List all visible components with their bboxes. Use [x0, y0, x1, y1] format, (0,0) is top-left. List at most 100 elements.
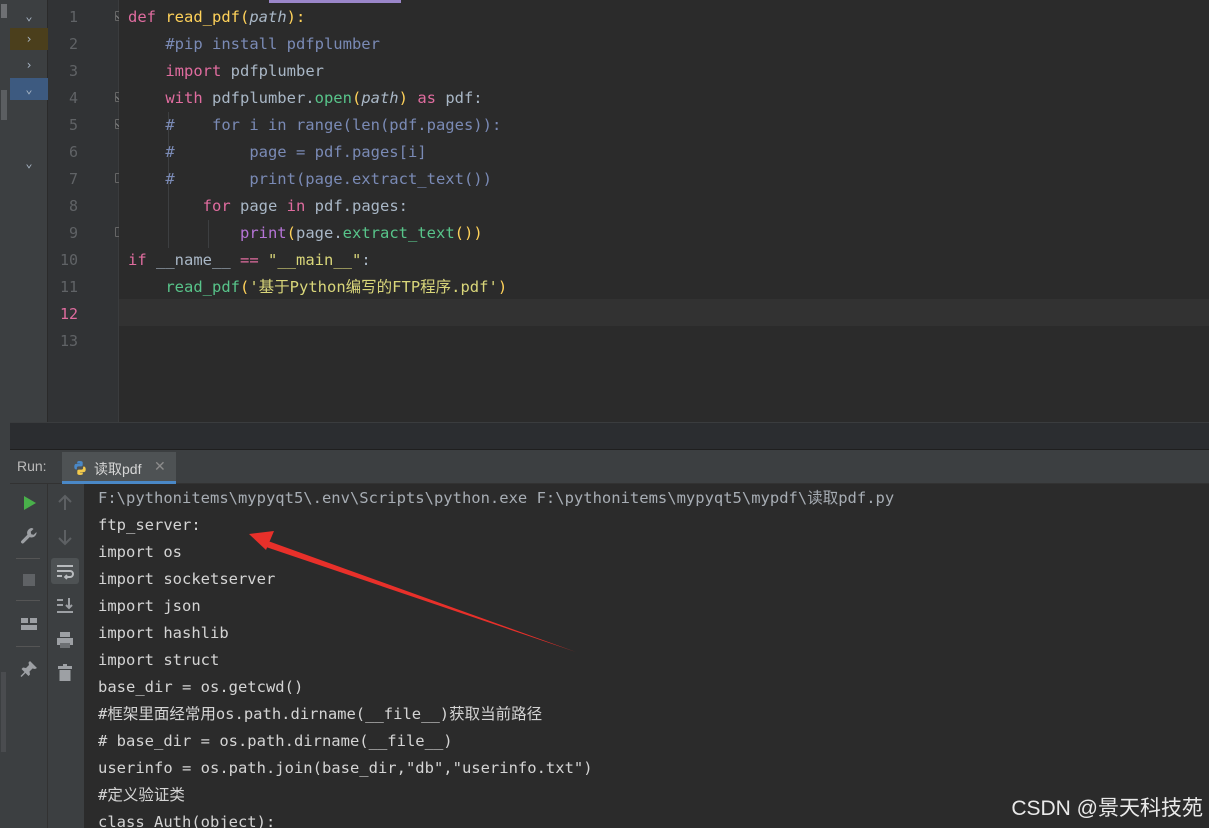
tree-collapse-icon[interactable]: ⌄ [10, 5, 48, 27]
console-line: import hashlib [98, 624, 229, 642]
tree-expand-icon[interactable]: › [10, 28, 48, 50]
paren: ) [398, 89, 408, 107]
parameter: path [361, 89, 399, 107]
layout-icon[interactable] [18, 613, 40, 635]
pin-icon[interactable] [18, 658, 40, 680]
line-number: 2 [68, 35, 78, 53]
line-number: 8 [68, 197, 78, 215]
code-text: pdf.pages: [305, 197, 408, 215]
paren: ()) [454, 224, 483, 242]
comment: # page = pdf.pages[i] [165, 143, 427, 161]
string-literal: "__main__" [258, 251, 362, 269]
keyword: as [407, 89, 436, 107]
run-tab[interactable]: 读取pdf ✕ [62, 452, 176, 484]
panel-splitter[interactable] [10, 422, 1209, 450]
tool-window-button[interactable] [1, 90, 7, 120]
keyword: with [165, 89, 203, 107]
function-name: read_pdf [165, 8, 240, 26]
line-number: 5 [68, 116, 78, 134]
stop-icon[interactable] [18, 569, 40, 591]
active-tab-indicator [269, 0, 401, 3]
line-number: 4 [68, 89, 78, 107]
keyword: if [128, 251, 147, 269]
down-arrow-icon[interactable] [54, 526, 76, 548]
code-text: pdfplumber. [202, 89, 315, 107]
console-line: F:\pythonitems\mypyqt5\.env\Scripts\pyth… [98, 489, 895, 507]
paren: ( [239, 278, 250, 296]
parameter: path [249, 8, 287, 26]
code-text: pdf: [435, 89, 483, 107]
line-number: 9 [68, 224, 78, 242]
console-line: import socketserver [98, 570, 276, 588]
left-tool-strip [0, 0, 10, 828]
watermark: CSDN @景天科技苑 [1011, 797, 1203, 820]
keyword: def [128, 8, 156, 26]
trash-icon[interactable] [54, 662, 76, 684]
console-line: userinfo = os.path.join(base_dir,"db","u… [98, 759, 593, 777]
comment: #pip install pdfplumber [165, 35, 380, 53]
tree-expand-icon[interactable]: › [10, 54, 48, 76]
code-editor[interactable]: def read_pdf(path): #pip install pdfplum… [119, 0, 1209, 422]
paren: ( [351, 89, 362, 107]
run-label: Run: [17, 458, 47, 474]
tree-collapse-icon[interactable]: ⌄ [10, 78, 48, 100]
print-icon[interactable] [54, 629, 76, 651]
toolbar-separator [16, 558, 40, 559]
code-line-2: #pip install pdfplumber [128, 31, 380, 58]
console-line: ftp_server: [98, 516, 201, 534]
current-line-highlight [119, 299, 1209, 326]
keyword: in [286, 197, 306, 215]
scroll-to-end-icon[interactable] [54, 594, 76, 616]
tool-window-button[interactable] [1, 672, 6, 752]
keyword: for [202, 197, 231, 215]
code-text: page [230, 197, 287, 215]
code-line-5: # for i in range(len(pdf.pages)): [128, 112, 501, 139]
run-panel-header: Run: 读取pdf ✕ [10, 450, 1209, 484]
method-name: extract_text [342, 224, 455, 242]
code-text: pdfplumber [221, 62, 324, 80]
paren: ) [497, 278, 508, 296]
comment: # print(page.extract_text()) [165, 170, 492, 188]
code-text: : [361, 251, 371, 269]
operator: == [240, 251, 259, 269]
console-line: class Auth(object): [98, 813, 276, 828]
console-output[interactable]: F:\pythonitems\mypyqt5\.env\Scripts\pyth… [84, 484, 1209, 828]
wrench-icon[interactable] [18, 525, 40, 547]
line-number: 10 [59, 251, 78, 269]
function-call: read_pdf [165, 278, 240, 296]
string-literal: '基于Python编写的FTP程序.pdf' [249, 278, 498, 296]
code-line-1: def read_pdf(path): [128, 4, 305, 31]
line-number: 1 [68, 8, 78, 26]
editor-gutter: 1 2 3 4 5 6 7 8 9 10 11 12 13 [48, 0, 142, 422]
paren: ( [240, 8, 250, 26]
console-line: # base_dir = os.path.dirname(__file__) [98, 732, 453, 750]
code-line-9: print(page.extract_text()) [128, 220, 483, 247]
run-toolbar-secondary [48, 484, 84, 828]
console-line: import struct [98, 651, 220, 669]
run-tab-title: 读取pdf [94, 461, 142, 477]
console-line: #框架里面经常用os.path.dirname(__file__)获取当前路径 [98, 705, 543, 723]
code-line-8: for page in pdf.pages: [128, 193, 408, 220]
soft-wrap-icon[interactable] [54, 560, 76, 582]
code-line-10: if __name__ == "__main__": [128, 247, 371, 274]
paren: ): [286, 8, 306, 26]
tool-window-button[interactable] [1, 4, 7, 18]
close-icon[interactable]: ✕ [154, 458, 166, 475]
run-icon[interactable] [18, 492, 40, 514]
method-name: open [314, 89, 352, 107]
code-line-7: # print(page.extract_text()) [128, 166, 492, 193]
line-number: 11 [59, 278, 78, 296]
keyword: import [165, 62, 222, 80]
code-line-3: import pdfplumber [128, 58, 324, 85]
builtin: print [239, 224, 287, 242]
line-number: 6 [68, 143, 78, 161]
comment: # for i in range(len(pdf.pages)): [165, 116, 502, 134]
console-line: #定义验证类 [98, 786, 185, 804]
toolbar-separator [16, 600, 40, 601]
toolbar-separator [16, 646, 40, 647]
code-text: __name__ [146, 251, 240, 269]
code-line-11: read_pdf('基于Python编写的FTP程序.pdf') [128, 274, 507, 301]
line-number-current: 12 [59, 305, 78, 323]
tree-collapse-icon[interactable]: ⌄ [10, 152, 48, 174]
up-arrow-icon[interactable] [54, 492, 76, 514]
